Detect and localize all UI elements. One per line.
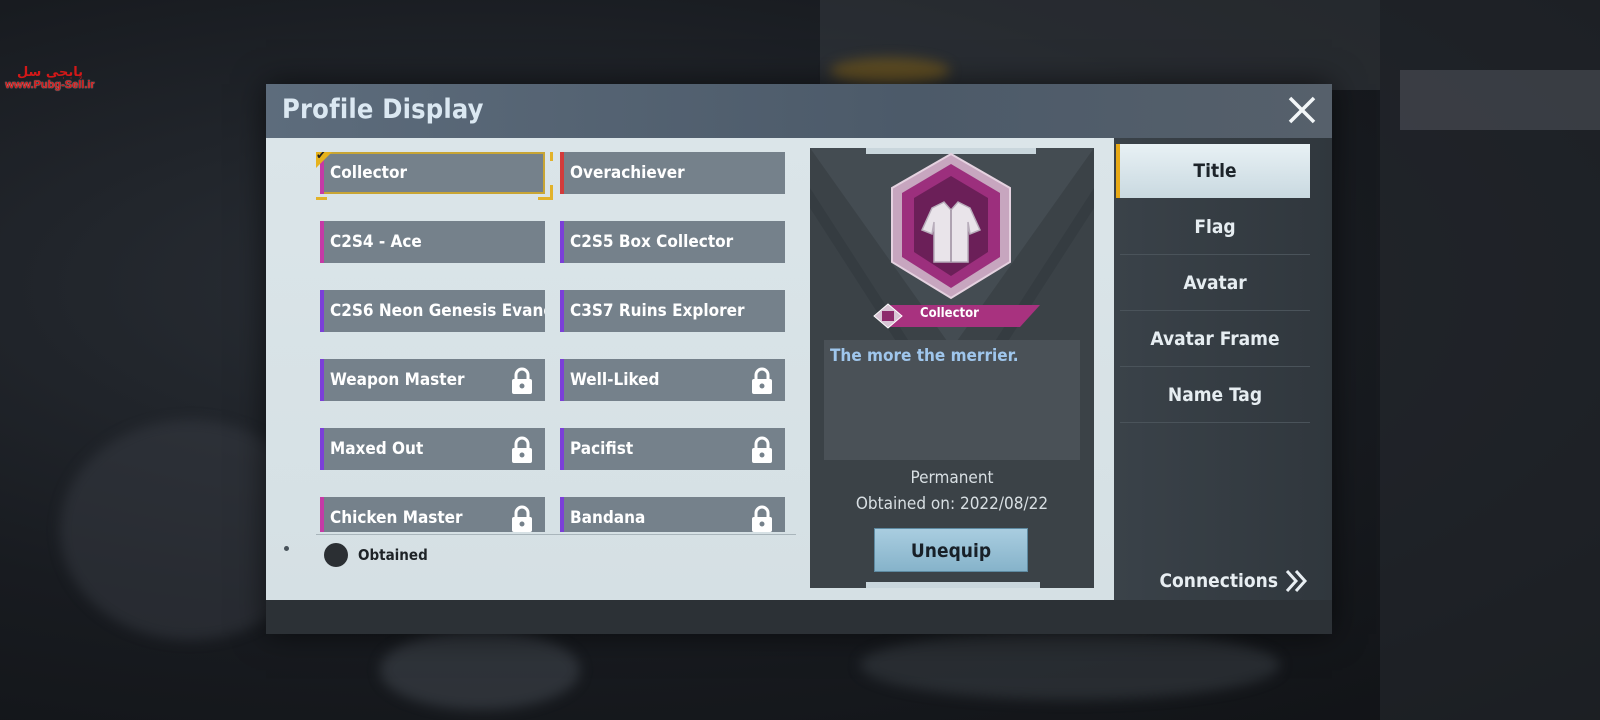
title-item-label: Chicken Master	[330, 508, 463, 528]
tab-label: Flag	[1194, 216, 1236, 238]
rarity-accent	[320, 428, 324, 470]
connections-label: Connections	[1159, 570, 1278, 592]
connections-button[interactable]: Connections	[1160, 568, 1310, 594]
obtained-legend-dot	[324, 543, 348, 567]
decor-dot	[284, 546, 289, 551]
title-item[interactable]: Chicken Master	[320, 497, 545, 532]
title-item[interactable]: C2S4 - Ace	[320, 221, 545, 263]
duration-text: Permanent	[910, 468, 994, 488]
modal-title: Profile Display	[282, 94, 484, 125]
title-item[interactable]: Overachiever	[560, 152, 785, 194]
tab-title[interactable]: Title	[1116, 144, 1310, 198]
lock-icon	[509, 505, 535, 532]
tab-label: Name Tag	[1167, 384, 1263, 406]
title-item[interactable]: C2S6 Neon Genesis Evang	[320, 290, 545, 332]
title-item[interactable]: Bandana	[560, 497, 785, 532]
rarity-accent	[560, 290, 564, 332]
title-item-label: Collector	[330, 163, 408, 183]
obtained-legend-label: Obtained	[358, 546, 428, 564]
profile-display-modal: Profile Display Collector ✔ Overachiever C2…	[266, 84, 1332, 634]
active-tab-accent	[1116, 144, 1120, 198]
lock-icon	[509, 367, 535, 395]
title-item[interactable]: Well-Liked	[560, 359, 785, 401]
title-item-label: Maxed Out	[330, 439, 424, 459]
list-divider	[316, 534, 796, 535]
jacket-icon	[891, 152, 1011, 300]
modal-content: Collector ✔ Overachiever C2S4 - Ace C2S5 Box…	[266, 138, 1332, 600]
title-list[interactable]: Collector ✔ Overachiever C2S4 - Ace C2S5 Box…	[316, 152, 796, 532]
close-icon	[1288, 96, 1316, 124]
rarity-accent	[320, 497, 324, 532]
rarity-accent	[560, 152, 564, 194]
tab-label: Avatar	[1183, 272, 1247, 294]
title-item-label: Overachiever	[570, 163, 685, 183]
close-button[interactable]	[1282, 90, 1322, 130]
badge-tag-label: Collector	[920, 306, 979, 321]
title-item-label: C2S6 Neon Genesis Evang	[330, 301, 545, 321]
title-item[interactable]: Pacifist	[560, 428, 785, 470]
title-preview-panel: Collector The more the merrier. Permanen…	[810, 148, 1094, 588]
category-sidebar: Title Flag Avatar Avatar Frame Name Tag Conn…	[1114, 138, 1332, 600]
title-item[interactable]: Collector	[320, 152, 545, 194]
rarity-accent	[560, 221, 564, 263]
title-item[interactable]: Maxed Out	[320, 428, 545, 470]
unequip-button[interactable]: Unequip	[874, 528, 1028, 572]
watermark: پابجی سل www.Pubg-Sell.ir	[0, 66, 100, 91]
rarity-accent	[320, 359, 324, 401]
lock-icon	[749, 367, 775, 395]
title-item-label: C3S7 Ruins Explorer	[570, 301, 745, 321]
title-item-label: C2S4 - Ace	[330, 232, 422, 252]
tab-label: Avatar Frame	[1150, 328, 1280, 350]
preview-footer-strip	[866, 582, 1040, 588]
tab-label: Title	[1193, 160, 1237, 182]
tab-avatar-frame[interactable]: Avatar Frame	[1120, 312, 1310, 367]
title-item-label: Pacifist	[570, 439, 634, 459]
title-item-label: Bandana	[570, 508, 646, 528]
watermark-persian: پابجی سل	[16, 65, 84, 80]
lock-icon	[749, 436, 775, 464]
rarity-accent	[320, 152, 324, 194]
double-chevron-right-icon	[1285, 569, 1308, 593]
title-item-label: Weapon Master	[330, 370, 465, 390]
tab-flag[interactable]: Flag	[1120, 200, 1310, 255]
title-item[interactable]: Weapon Master	[320, 359, 545, 401]
title-description: The more the merrier.	[830, 346, 1019, 366]
title-item-label: C2S5 Box Collector	[570, 232, 734, 252]
rarity-accent	[560, 428, 564, 470]
title-item[interactable]: C3S7 Ruins Explorer	[560, 290, 785, 332]
rarity-accent	[320, 290, 324, 332]
rarity-accent	[320, 221, 324, 263]
tab-avatar[interactable]: Avatar	[1120, 256, 1310, 311]
rarity-accent	[560, 497, 564, 532]
lock-icon	[509, 436, 535, 464]
title-item[interactable]: C2S5 Box Collector	[560, 221, 785, 263]
tab-name-tag[interactable]: Name Tag	[1120, 368, 1310, 423]
modal-header: Profile Display	[266, 84, 1332, 138]
rarity-accent	[560, 359, 564, 401]
description-box: The more the merrier.	[824, 340, 1080, 460]
watermark-url: www.Pubg-Sell.ir	[5, 78, 95, 91]
obtained-date: Obtained on: 2022/08/22	[855, 494, 1049, 514]
title-item-label: Well-Liked	[570, 370, 660, 390]
modal-footer	[266, 600, 1332, 634]
lock-icon	[749, 505, 775, 532]
